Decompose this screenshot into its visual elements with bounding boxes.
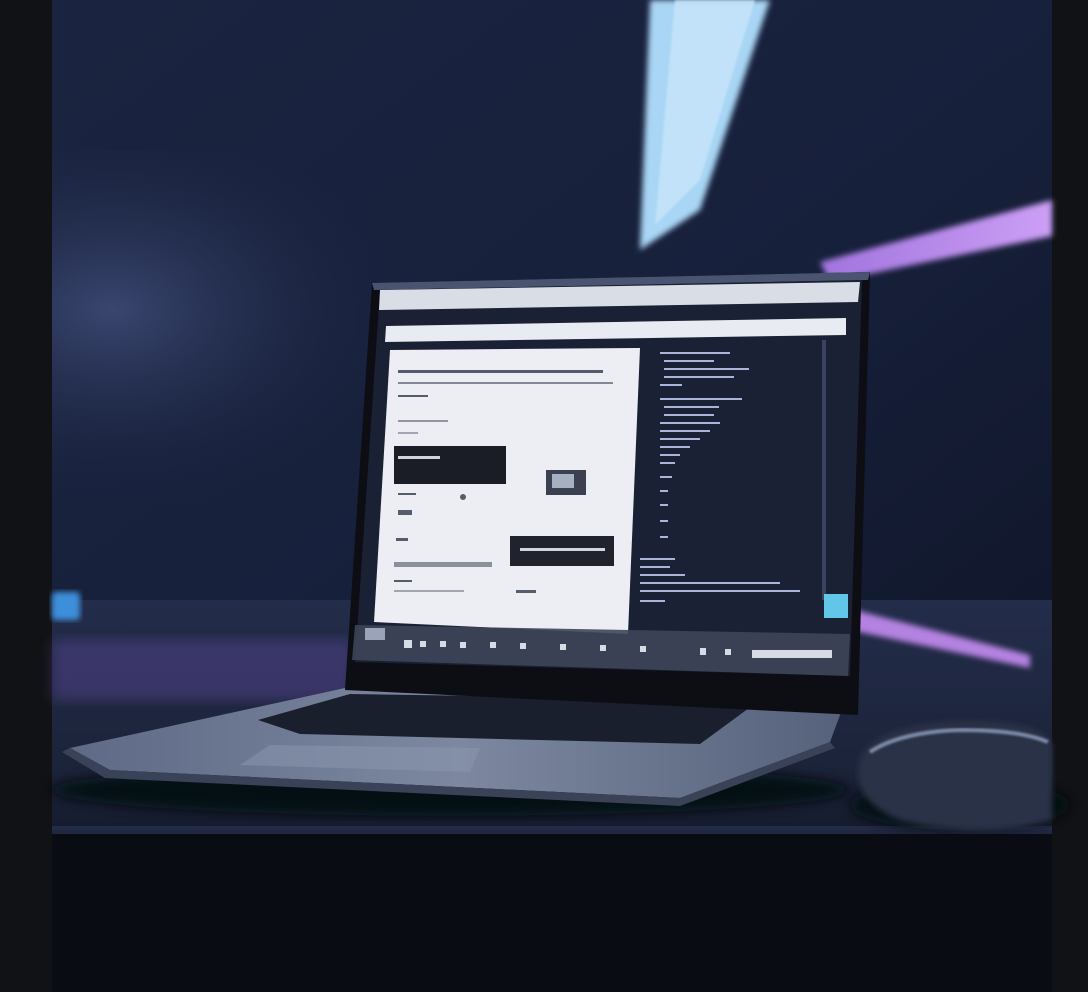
document-image-dark	[394, 446, 506, 484]
document-thumbnail-inner	[552, 474, 574, 488]
left-frame-bar	[0, 0, 52, 992]
cyan-indicator	[824, 594, 848, 618]
laptop-screen	[352, 280, 862, 676]
taskbar-start	[365, 628, 385, 640]
editor-scrollbar	[822, 340, 826, 600]
desk-left-glow	[52, 640, 352, 700]
desk-edge-highlight	[52, 826, 1052, 834]
photo-scene	[0, 0, 1088, 992]
blue-led-left	[52, 592, 80, 620]
document-image-car-stripe	[520, 548, 605, 551]
mouse	[850, 721, 1070, 830]
mouse-icon	[858, 721, 1052, 830]
desk-front-edge	[52, 830, 1052, 992]
right-frame-bar	[1052, 0, 1088, 992]
document-image-dark-stripe	[398, 456, 440, 459]
